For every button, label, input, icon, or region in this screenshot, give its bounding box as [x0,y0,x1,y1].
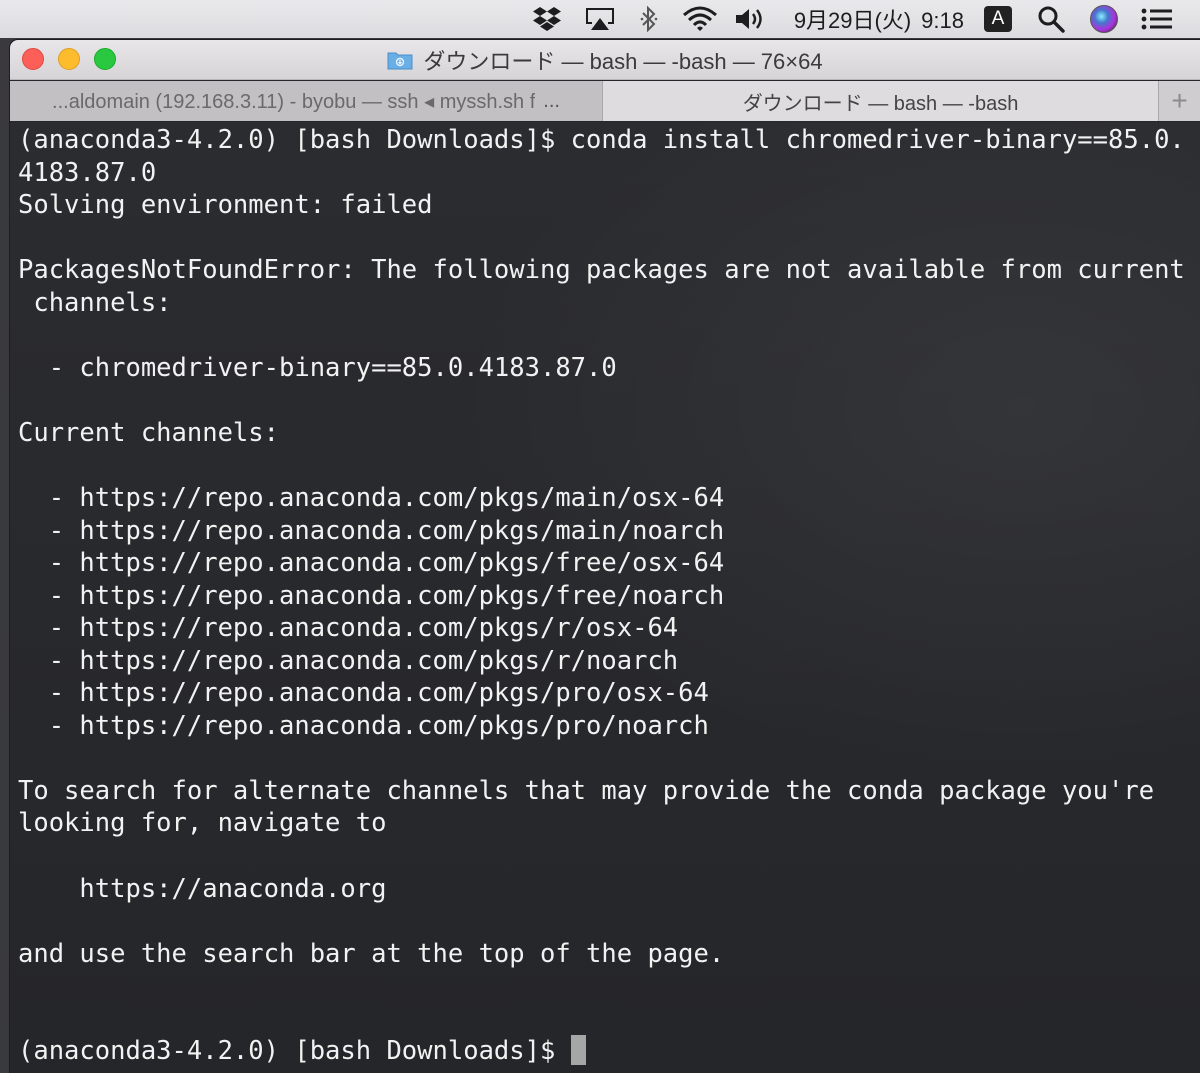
window-title: ダウンロード — bash — -bash — 76×64 [387,44,823,76]
terminal-line: - https://repo.anaconda.com/pkgs/r/noarc… [18,645,1200,678]
terminal-line: https://anaconda.org [18,873,1200,906]
tab-label: ダウンロード — bash — -bash [742,92,1019,115]
tab-ssh-session[interactable]: ...aldomain (192.168.3.11) - byobu — ssh… [10,81,603,121]
minimize-button[interactable] [58,48,80,70]
terminal-line-text: - https://repo.anaconda.com/pkgs/free/no… [18,580,725,611]
terminal-line: - https://repo.anaconda.com/pkgs/free/no… [18,580,1200,613]
terminal-line-text: 4183.87.0 [18,157,157,188]
terminal-line: - https://repo.anaconda.com/pkgs/main/no… [18,515,1200,548]
terminal-line-text: To search for alternate channels that ma… [18,775,1155,806]
tab-label: ...aldomain (192.168.3.11) - byobu — ssh… [52,90,536,113]
siri-icon[interactable] [1088,0,1120,38]
terminal-line: - chromedriver-binary==85.0.4183.87.0 [18,352,1200,385]
terminal-window: ダウンロード — bash — -bash — 76×64 ...aldomai… [10,40,1200,1073]
close-button[interactable] [22,48,44,70]
terminal-line-text: - https://repo.anaconda.com/pkgs/r/osx-6… [18,613,679,644]
clock-date: 9月29日(火) [793,8,912,33]
terminal-line-text: (anaconda3-4.2.0) [bash Downloads]$ cond… [18,125,1185,155]
terminal-line-text: - chromedriver-binary==85.0.4183.87.0 [18,352,617,383]
tab-bar: ...aldomain (192.168.3.11) - byobu — ssh… [10,81,1200,121]
terminal-line: To search for alternate channels that ma… [18,775,1200,808]
terminal-line: channels: [18,287,1200,320]
terminal-line: - https://repo.anaconda.com/pkgs/pro/osx… [18,677,1200,710]
terminal-line-text: - https://repo.anaconda.com/pkgs/pro/noa… [18,710,709,741]
terminal-line: looking for, navigate to [18,807,1200,840]
terminal-line-text: Current channels: [18,417,279,448]
terminal-line-text: - https://repo.anaconda.com/pkgs/free/os… [18,548,725,579]
tab-overflow-indicator: ... [543,89,560,112]
airplay-icon[interactable] [582,0,618,38]
terminal-line: PackagesNotFoundError: The following pac… [18,254,1200,287]
terminal-line-text: (anaconda3-4.2.0) [bash Downloads]$ [18,1036,571,1067]
terminal-line-text: - https://repo.anaconda.com/pkgs/main/os… [18,483,725,514]
terminal-line-text: PackagesNotFoundError: The following pac… [18,255,1185,286]
terminal-line: 4183.87.0 [18,157,1200,190]
terminal-line-text: Solving environment: failed [18,190,433,221]
terminal-line-text: https://anaconda.org [18,873,387,904]
menu-bar: 9月29日(火) 9:18 A [0,0,1200,38]
terminal-line-text: and use the search bar at the top of the… [18,938,725,969]
terminal-line-text: - https://repo.anaconda.com/pkgs/r/noarc… [18,645,679,676]
terminal-line-text: looking for, navigate to [18,808,387,839]
terminal-line: (anaconda3-4.2.0) [bash Downloads]$ [18,1035,1200,1068]
terminal-line: - https://repo.anaconda.com/pkgs/free/os… [18,547,1200,580]
terminal-line: and use the search bar at the top of the… [18,938,1200,971]
terminal-line: - https://repo.anaconda.com/pkgs/pro/noa… [18,710,1200,743]
bluetooth-icon[interactable] [634,0,664,38]
terminal-cursor [570,1035,586,1066]
clock-time: 9:18 [921,8,964,33]
spotlight-icon[interactable] [1034,0,1068,38]
window-title-bar[interactable]: ダウンロード — bash — -bash — 76×64 [10,40,1200,80]
terminal-line: (anaconda3-4.2.0) [bash Downloads]$ cond… [18,124,1200,157]
terminal-line-text: - https://repo.anaconda.com/pkgs/pro/osx… [18,678,709,709]
terminal-output[interactable]: (anaconda3-4.2.0) [bash Downloads]$ cond… [10,122,1200,1073]
terminal-line: Current channels: [18,417,1200,450]
volume-icon[interactable] [732,0,768,38]
add-tab-button[interactable]: + [1158,81,1200,121]
input-source-icon[interactable]: A [984,0,1012,38]
window-controls [22,48,116,70]
notification-center-icon[interactable] [1140,0,1174,38]
menu-bar-clock[interactable]: 9月29日(火) 9:18 [794,3,964,35]
zoom-button[interactable] [94,48,116,70]
dropbox-icon[interactable] [530,0,564,38]
tab-downloads-bash[interactable]: ダウンロード — bash — -bash [603,81,1158,121]
terminal-line-text: - https://repo.anaconda.com/pkgs/main/no… [18,515,725,546]
input-source-label: A [984,6,1012,32]
wifi-icon[interactable] [680,0,720,38]
terminal-line: - https://repo.anaconda.com/pkgs/r/osx-6… [18,612,1200,645]
terminal-line: Solving environment: failed [18,189,1200,222]
terminal-line-text: channels: [18,287,172,318]
terminal-line: - https://repo.anaconda.com/pkgs/main/os… [18,482,1200,515]
window-title-text: ダウンロード — bash — -bash — 76×64 [423,48,823,74]
folder-icon [387,52,413,69]
